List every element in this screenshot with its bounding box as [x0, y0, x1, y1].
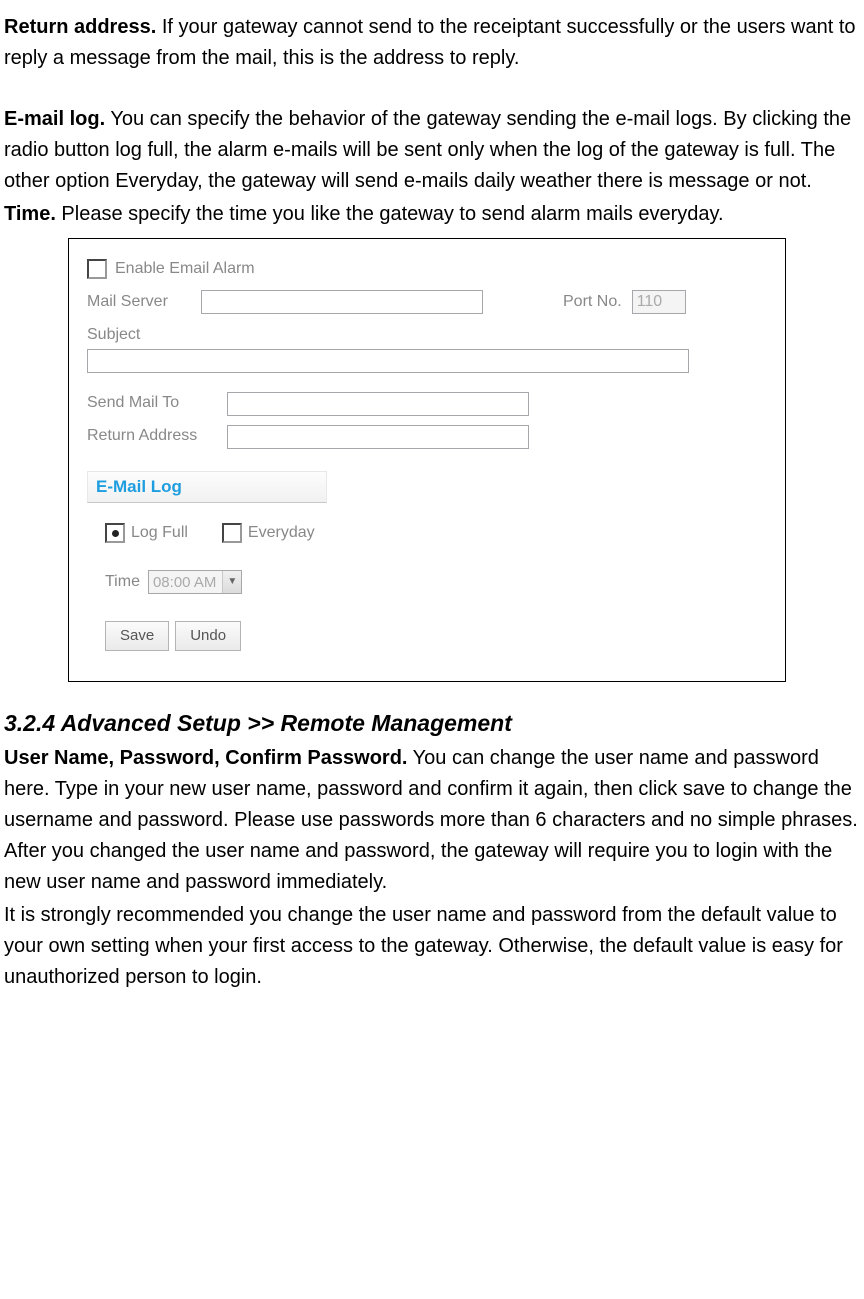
time-dropdown[interactable]: 08:00 AM ▼ — [148, 570, 242, 594]
subject-label: Subject — [87, 323, 140, 348]
return-address-label: Return address. — [4, 16, 156, 38]
mailserver-input[interactable] — [201, 290, 483, 314]
time-row: Time 08:00 AM ▼ — [105, 570, 767, 595]
logfull-label: Log Full — [131, 521, 188, 546]
subject-input[interactable] — [87, 349, 689, 373]
subject-label-row: Subject — [87, 323, 767, 348]
time-text: Please specify the time you like the gat… — [56, 203, 724, 225]
sendto-input[interactable] — [227, 392, 529, 416]
returnaddr-row: Return Address — [87, 424, 767, 449]
enable-checkbox[interactable] — [87, 259, 107, 279]
subject-input-row — [87, 349, 767, 373]
paragraph-recommendation: It is strongly recommended you change th… — [4, 900, 860, 993]
time-field-label: Time — [105, 570, 140, 595]
radio-dot-icon — [112, 530, 119, 537]
everyday-label: Everyday — [248, 521, 315, 546]
time-dropdown-value: 08:00 AM — [149, 571, 222, 594]
paragraph-email-log: E-mail log. You can specify the behavior… — [4, 104, 860, 197]
chevron-down-icon: ▼ — [222, 571, 241, 593]
section-heading: 3.2.4 Advanced Setup >> Remote Managemen… — [4, 706, 860, 742]
logfull-radio[interactable] — [105, 523, 125, 543]
enable-label: Enable Email Alarm — [115, 257, 255, 282]
port-label: Port No. — [563, 290, 622, 315]
enable-row: Enable Email Alarm — [87, 257, 767, 282]
returnaddr-input[interactable] — [227, 425, 529, 449]
paragraph-return: Return address. If your gateway cannot s… — [4, 12, 860, 74]
returnaddr-label: Return Address — [87, 424, 227, 449]
paragraph-time: Time. Please specify the time you like t… — [4, 199, 860, 230]
credentials-label: User Name, Password, Confirm Password. — [4, 747, 407, 769]
port-input[interactable]: 110 — [632, 290, 686, 314]
email-log-section-header: E-Mail Log — [87, 471, 327, 503]
mailserver-row: Mail Server Port No. 110 — [87, 290, 767, 315]
mailserver-label: Mail Server — [87, 290, 201, 315]
radio-row: Log Full Everyday — [105, 521, 767, 546]
sendto-label: Send Mail To — [87, 391, 227, 416]
sendto-row: Send Mail To — [87, 391, 767, 416]
email-log-label: E-mail log. — [4, 108, 105, 130]
undo-button[interactable]: Undo — [175, 621, 241, 651]
email-alarm-panel: Enable Email Alarm Mail Server Port No. … — [68, 238, 786, 682]
time-label: Time. — [4, 203, 56, 225]
save-button[interactable]: Save — [105, 621, 169, 651]
paragraph-credentials: User Name, Password, Confirm Password. Y… — [4, 743, 860, 898]
buttons-row: Save Undo — [105, 621, 767, 651]
email-log-text: You can specify the behavior of the gate… — [4, 108, 851, 192]
everyday-radio[interactable] — [222, 523, 242, 543]
